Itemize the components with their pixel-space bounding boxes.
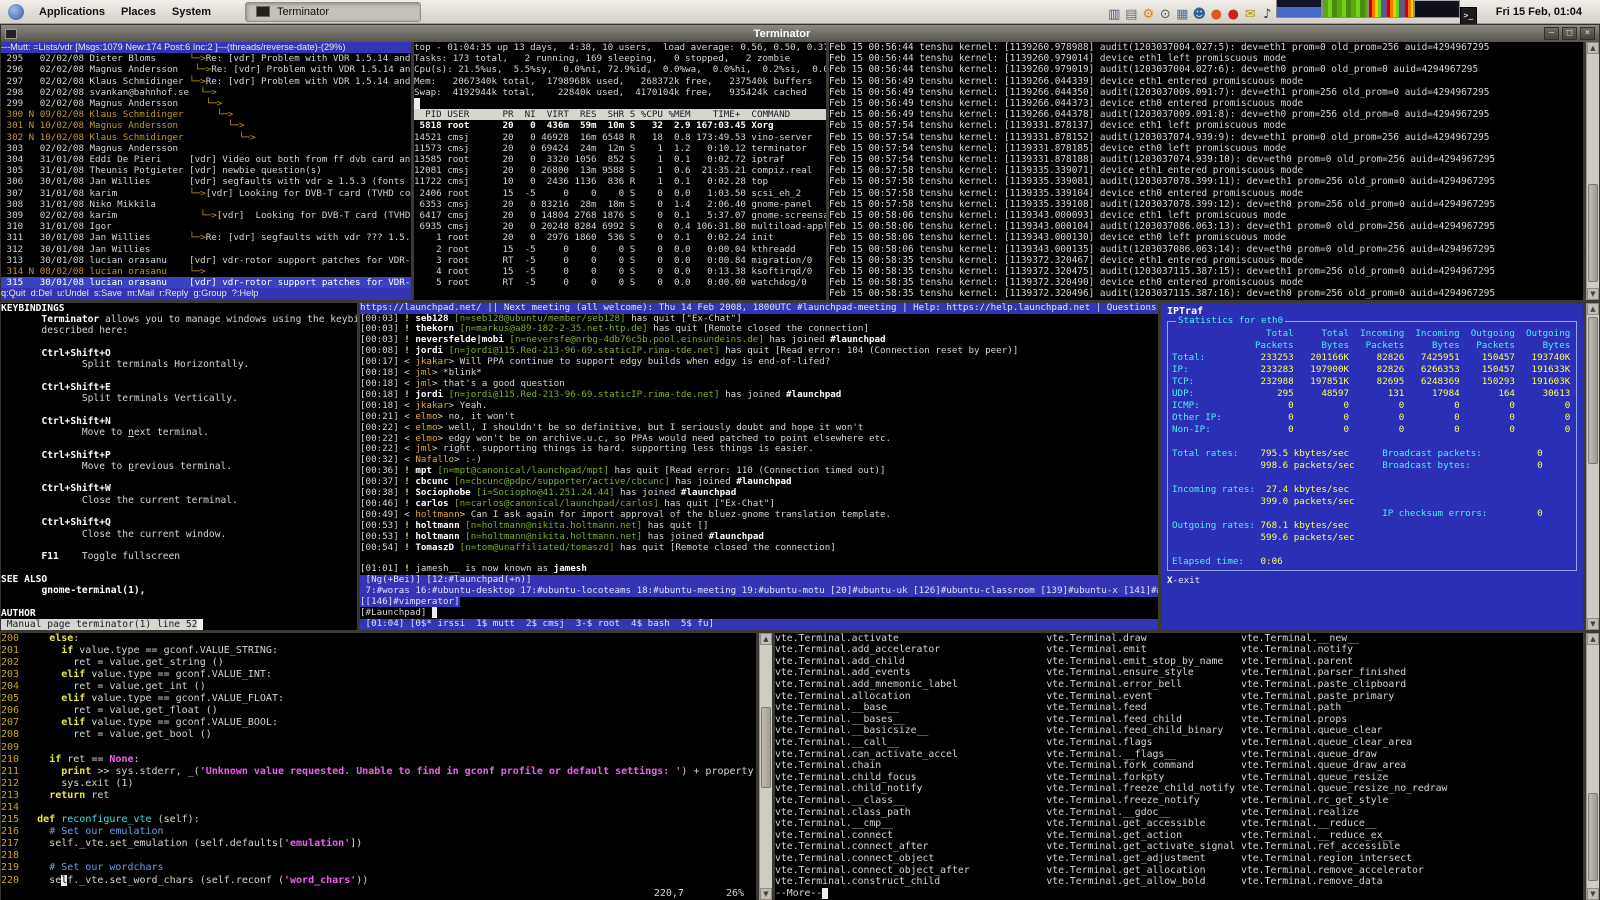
- pane-code-editor[interactable]: 200 else:201 if value.type == gconf.VALU…: [1, 633, 756, 900]
- python-help-scrollbar[interactable]: ▲ ▼: [1586, 633, 1599, 900]
- window-list-label: Terminator: [277, 6, 329, 18]
- titlebar[interactable]: Terminator – □ ×: [1, 25, 1599, 42]
- gnome-panel: Applications Places System Terminator ▥▤…: [0, 0, 1600, 24]
- scrollbar-thumb[interactable]: [1588, 793, 1598, 881]
- mutt-message-index: 295 02/02/08 Dieter Bloms └─>Re: [vdr] P…: [1, 53, 411, 288]
- terminator-window: Terminator – □ × ---Mutt: =Lists/vdr [Ms…: [0, 24, 1600, 900]
- desktop: Applications Places System Terminator ▥▤…: [0, 0, 1600, 900]
- iptraf-exit-hint: X-exit: [1167, 575, 1579, 586]
- vim-scroll-percent: 26%: [726, 887, 744, 900]
- network-monitor-icon[interactable]: ▥: [1106, 6, 1123, 24]
- pane-iptraf[interactable]: IPTraf Statistics for eth0 Total Total I…: [1161, 303, 1583, 630]
- pane-kernel-log[interactable]: Feb 15 00:56:44 tenshu kernel: [1139260.…: [829, 42, 1583, 300]
- manpage-text: KEYBINDINGS Terminator allows you to man…: [1, 303, 357, 630]
- scroll-down-icon[interactable]: ▼: [1587, 288, 1599, 300]
- pane-manpage[interactable]: KEYBINDINGS Terminator allows you to man…: [1, 303, 357, 630]
- scroll-up-icon[interactable]: ▲: [1587, 633, 1599, 645]
- swap-load-graph[interactable]: [1414, 0, 1460, 18]
- window-title: Terminator: [23, 28, 1541, 40]
- scroll-down-icon[interactable]: ▼: [1587, 888, 1599, 900]
- top-output: top - 01:04:35 up 13 days, 4:38, 10 user…: [414, 42, 826, 288]
- python-help-listing: vte.Terminal.activate vte.Terminal.draw …: [775, 633, 1583, 900]
- alert-icon[interactable]: ●: [1225, 6, 1242, 24]
- terminal-icon: [256, 6, 270, 17]
- chat-icon[interactable]: ☻: [1191, 6, 1208, 24]
- vim-statusline: 220,7 26%: [1, 887, 756, 900]
- mutt-status-bar: ---Mutt: =Lists/vdr [Msgs:1079 New:174 P…: [1, 42, 411, 53]
- gear-icon[interactable]: ⚙: [1140, 6, 1157, 24]
- scroll-up-icon[interactable]: ▲: [1587, 303, 1599, 315]
- vim-ruler: 220,7: [654, 887, 684, 900]
- pane-top-process-monitor[interactable]: top - 01:04:35 up 13 days, 4:38, 10 user…: [414, 42, 826, 300]
- terminal-grid: ---Mutt: =Lists/vdr [Msgs:1079 New:174 P…: [1, 42, 1599, 899]
- pane-mutt[interactable]: ---Mutt: =Lists/vdr [Msgs:1079 New:174 P…: [1, 42, 411, 300]
- note-icon[interactable]: ✉: [1242, 6, 1259, 24]
- scrollbar-thumb[interactable]: [1588, 317, 1598, 464]
- pane-irssi[interactable]: https://launchpad.net/ || Next meeting (…: [360, 303, 1158, 630]
- scroll-down-icon[interactable]: ▼: [760, 888, 772, 900]
- iptraf-stats: Total Total Incoming Incoming Outgoing O…: [1172, 328, 1572, 568]
- window-icon: [5, 29, 17, 39]
- iptraf-box-title: Statistics for eth0: [1176, 315, 1285, 326]
- kernel-log-output: Feb 15 00:56:44 tenshu kernel: [1139260.…: [829, 42, 1583, 300]
- menu-applications[interactable]: Applications: [31, 3, 113, 21]
- menu-places[interactable]: Places: [113, 3, 164, 21]
- screen-session-icon[interactable]: ▦: [1174, 6, 1191, 24]
- iptraf-stats-box: Statistics for eth0 Total Total Incoming…: [1167, 321, 1577, 571]
- search-icon[interactable]: ⊙: [1157, 6, 1174, 24]
- notification-area: ▥▤⚙⊙▦☻●●✉♪>_ Fri 15 Feb, 01:04: [1106, 0, 1594, 25]
- scrollbar-thumb[interactable]: [761, 707, 771, 787]
- window-list-terminator-button[interactable]: Terminator: [245, 2, 421, 22]
- volume-icon[interactable]: ♪: [1259, 6, 1276, 24]
- cpu-load-graph[interactable]: [1276, 0, 1322, 18]
- pane-python-help[interactable]: vte.Terminal.activate vte.Terminal.draw …: [775, 633, 1583, 900]
- menu-system[interactable]: System: [164, 3, 219, 21]
- close-button[interactable]: ×: [1580, 27, 1595, 40]
- display-icon[interactable]: ▤: [1123, 6, 1140, 24]
- scroll-up-icon[interactable]: ▲: [760, 633, 772, 645]
- scroll-down-icon[interactable]: ▼: [1587, 618, 1599, 630]
- irssi-chat: https://launchpad.net/ || Next meeting (…: [360, 303, 1158, 630]
- update-icon[interactable]: ●: [1208, 6, 1225, 24]
- terminal-tray-icon[interactable]: >_: [1460, 7, 1477, 25]
- mutt-help-bar: q:Quit d:Del u:Undel s:Save m:Mail r:Rep…: [1, 288, 411, 299]
- scroll-up-icon[interactable]: ▲: [1587, 42, 1599, 54]
- gnome-main-menu-icon[interactable]: [8, 4, 24, 20]
- scrollbar-thumb[interactable]: [1588, 184, 1598, 282]
- iptraf-scrollbar[interactable]: ▲ ▼: [1586, 303, 1599, 630]
- minimize-button[interactable]: –: [1544, 27, 1559, 40]
- network-load-graph[interactable]: [1368, 0, 1414, 18]
- vim-code: 200 else:201 if value.type == gconf.VALU…: [1, 633, 756, 887]
- kernel-log-scrollbar[interactable]: ▲ ▼: [1586, 42, 1599, 300]
- memory-load-graph[interactable]: [1322, 0, 1368, 18]
- code-scrollbar[interactable]: ▲ ▼: [759, 633, 772, 900]
- maximize-button[interactable]: □: [1562, 27, 1577, 40]
- clock[interactable]: Fri 15 Feb, 01:04: [1482, 6, 1594, 18]
